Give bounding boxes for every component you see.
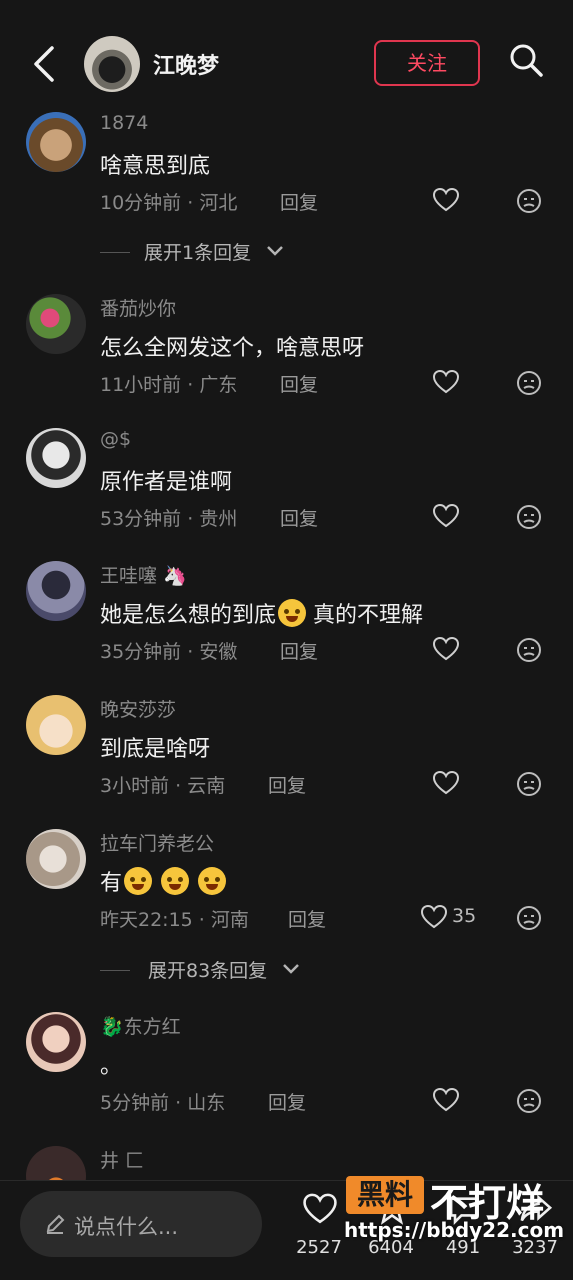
heart-icon[interactable] — [432, 502, 460, 530]
reply-button[interactable]: 回复 — [268, 771, 306, 798]
crying-emoji-icon — [161, 867, 190, 895]
comment-item: 晚安莎莎 到底是啥呀 3小时前 · 云南 回复 — [0, 695, 573, 805]
comment-item: 1874 啥意思到底 10分钟前 · 河北 回复 — [0, 112, 573, 222]
comment-username[interactable]: 1874 — [100, 112, 148, 134]
comment-username[interactable]: 井 匚 — [100, 1146, 144, 1173]
comment-text: 到底是啥呀 — [100, 737, 211, 762]
comment-meta: 35分钟前 · 安徽 — [100, 641, 238, 663]
comment-meta: 53分钟前 · 贵州 — [100, 508, 238, 530]
divider — [100, 252, 130, 253]
avatar[interactable] — [26, 695, 86, 755]
watermark-url: https://bbdy22.com — [344, 1218, 565, 1242]
comment-username[interactable]: 王哇噻 🦄 — [100, 561, 187, 588]
dislike-face-icon[interactable] — [516, 370, 542, 396]
dislike-face-icon[interactable] — [516, 905, 542, 931]
chevron-down-icon — [267, 246, 283, 256]
comment-text: 她是怎么想的到底 真的不理解 — [100, 597, 423, 629]
reply-button[interactable]: 回复 — [268, 1088, 306, 1115]
avatar[interactable] — [26, 1012, 86, 1072]
reply-button[interactable]: 回复 — [280, 504, 318, 531]
heart-icon[interactable] — [432, 635, 460, 663]
comment-item: 🐉东方红 。 5分钟前 · 山东 回复 — [0, 1012, 573, 1122]
avatar[interactable] — [26, 561, 86, 621]
unicorn-badge-icon: 🦄 — [163, 565, 187, 587]
heart-icon[interactable] — [432, 769, 460, 797]
comment-username[interactable]: 番茄炒你 — [100, 294, 176, 321]
heart-icon — [303, 1193, 337, 1224]
back-arrow-icon[interactable] — [30, 44, 60, 84]
dragon-badge-icon: 🐉 — [100, 1016, 124, 1038]
comment-item: 拉车门养老公 有 昨天22:15 · 河南 回复 35 — [0, 829, 573, 939]
expand-replies-button[interactable]: 展开83条回复 — [100, 956, 400, 986]
dislike-face-icon[interactable] — [516, 504, 542, 530]
crying-emoji-icon — [124, 867, 153, 895]
comment-text: 怎么全网发这个，啥意思呀 — [100, 336, 365, 361]
reply-button[interactable]: 回复 — [280, 370, 318, 397]
dislike-face-icon[interactable] — [516, 1088, 542, 1114]
chevron-down-icon — [283, 964, 299, 974]
comment-item: 番茄炒你 怎么全网发这个，啥意思呀 11小时前 · 广东 回复 — [0, 294, 573, 404]
heart-icon[interactable] — [432, 368, 460, 396]
expand-replies-button[interactable]: 展开1条回复 — [100, 238, 400, 268]
divider — [100, 970, 130, 971]
reply-button[interactable]: 回复 — [280, 637, 318, 664]
author-name[interactable]: 江晚梦 — [153, 48, 219, 80]
watermark-badge: 黑料 — [346, 1176, 424, 1214]
follow-button[interactable]: 关注 — [374, 40, 480, 86]
crying-emoji-icon — [198, 867, 227, 895]
comment-meta: 5分钟前 · 山东 — [100, 1092, 226, 1114]
avatar[interactable] — [26, 829, 86, 889]
comment-username[interactable]: 晚安莎莎 — [100, 695, 176, 722]
avatar[interactable] — [26, 428, 86, 488]
comment-item: @$ 原作者是谁啊 53分钟前 · 贵州 回复 — [0, 428, 573, 538]
comment-text: 。 — [100, 1054, 123, 1079]
comment-text: 啥意思到底 — [100, 154, 211, 179]
heart-icon[interactable] — [420, 903, 448, 931]
author-avatar[interactable] — [84, 36, 140, 92]
pencil-icon — [46, 1214, 65, 1234]
dislike-face-icon[interactable] — [516, 637, 542, 663]
comment-text: 有 — [100, 865, 227, 897]
reply-button[interactable]: 回复 — [288, 905, 326, 932]
like-count: 35 — [452, 905, 477, 927]
comment-username[interactable]: @$ — [100, 428, 131, 450]
search-icon[interactable] — [508, 42, 544, 78]
comment-item: 王哇噻 🦄 她是怎么想的到底 真的不理解 35分钟前 · 安徽 回复 — [0, 561, 573, 671]
comment-username[interactable]: 拉车门养老公 — [100, 829, 214, 856]
comment-input[interactable]: 说点什么... — [20, 1191, 262, 1257]
comment-text: 原作者是谁啊 — [100, 470, 233, 495]
avatar[interactable] — [26, 294, 86, 354]
comment-meta: 10分钟前 · 河北 — [100, 192, 238, 214]
top-bar: 江晚梦 关注 — [0, 0, 573, 112]
laughing-tears-emoji-icon — [278, 599, 307, 627]
comment-username[interactable]: 🐉东方红 — [100, 1012, 181, 1039]
watermark: 黑料 不打烊 https://bbdy22.com — [342, 1172, 565, 1244]
heart-icon[interactable] — [432, 1086, 460, 1114]
comment-meta: 3小时前 · 云南 — [100, 775, 226, 797]
dislike-face-icon[interactable] — [516, 771, 542, 797]
comment-meta: 昨天22:15 · 河南 — [100, 909, 249, 931]
avatar[interactable] — [26, 112, 86, 172]
dislike-face-icon[interactable] — [516, 188, 542, 214]
comment-meta: 11小时前 · 广东 — [100, 374, 238, 396]
reply-button[interactable]: 回复 — [280, 188, 318, 215]
heart-icon[interactable] — [432, 186, 460, 214]
